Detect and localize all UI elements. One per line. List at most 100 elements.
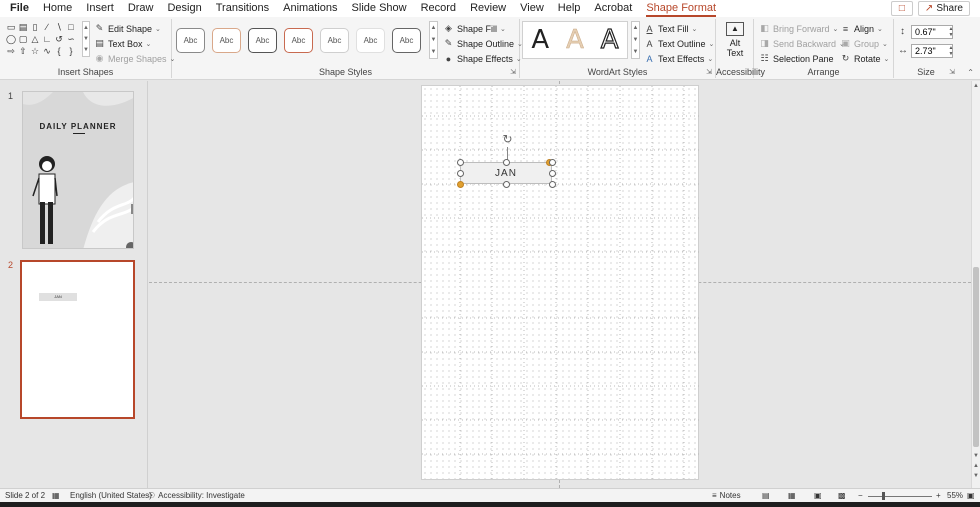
resize-handle-top[interactable]: [503, 159, 510, 166]
resize-handle-bottom[interactable]: [503, 181, 510, 188]
text-box-button[interactable]: ▤ Text Box ⌄: [94, 38, 151, 49]
shapes-gallery-scroll[interactable]: ▲ ▼ ▼: [82, 21, 90, 57]
shape-style-swatch-7[interactable]: Abc: [392, 27, 421, 53]
scroll-down-icon[interactable]: ▼: [973, 453, 979, 459]
merge-shapes-button[interactable]: ◉ Merge Shapes ⌄: [94, 53, 176, 64]
wordart-style-outline[interactable]: A: [600, 26, 619, 53]
textbox-shape-icon[interactable]: ▤: [17, 21, 29, 33]
tab-record[interactable]: Record: [414, 0, 463, 17]
comments-button[interactable]: □: [890, 1, 913, 16]
shape-style-swatch-2[interactable]: Abc: [212, 27, 241, 53]
previous-slide-icon[interactable]: ▲: [973, 463, 979, 469]
scrollbar-thumb[interactable]: [973, 267, 979, 447]
wordart-scroll[interactable]: ▲ ▼ ▼: [631, 21, 640, 59]
zoom-level[interactable]: 55%: [947, 491, 963, 500]
zoom-out-icon[interactable]: −: [858, 491, 863, 500]
tab-home[interactable]: Home: [36, 0, 79, 17]
edit-shape-button[interactable]: ✎ Edit Shape ⌄: [94, 23, 161, 34]
slide-canvas[interactable]: ↻ JAN: [421, 85, 700, 481]
zoom-slider[interactable]: [868, 496, 932, 497]
scroll-up-icon[interactable]: ▲: [973, 83, 979, 89]
tab-draw[interactable]: Draw: [121, 0, 161, 17]
arrow-shape-icon[interactable]: ⇨: [5, 45, 17, 57]
tab-transitions[interactable]: Transitions: [209, 0, 276, 17]
dialog-launcher-icon[interactable]: ⇲: [706, 68, 712, 76]
tab-animations[interactable]: Animations: [276, 0, 344, 17]
shapes-gallery[interactable]: ▭ ▤ ▯ ∕ ∖ □ ◯ ▢ △ ∟ ↺ ∽ ⇨ ⇧ ☆ ∿ { }: [5, 21, 81, 57]
shape-outline-button[interactable]: ✎ Shape Outline ⌄: [443, 38, 523, 49]
tab-slide-show[interactable]: Slide Show: [345, 0, 414, 17]
tab-view[interactable]: View: [513, 0, 551, 17]
fit-to-window-icon[interactable]: ▣: [967, 491, 975, 500]
shape-style-swatch-5[interactable]: Abc: [320, 27, 349, 53]
selection-pane-button[interactable]: ☷ Selection Pane: [759, 53, 833, 64]
square-shape-icon[interactable]: □: [65, 21, 77, 33]
shape-styles-scroll[interactable]: ▲ ▼ ▼: [429, 21, 438, 59]
freeform-shape-icon[interactable]: ∿: [41, 45, 53, 57]
dialog-launcher-icon[interactable]: ⇲: [949, 68, 955, 76]
spellcheck-icon[interactable]: ▦: [52, 491, 60, 500]
bring-forward-button[interactable]: ◧ Bring Forward ⌄: [759, 23, 838, 34]
brace-close-shape-icon[interactable]: }: [65, 45, 77, 57]
diagonal-line-icon[interactable]: ∖: [53, 21, 65, 33]
text-outline-button[interactable]: A Text Outline ⌄: [644, 38, 714, 49]
text-effects-button[interactable]: A Text Effects ⌄: [644, 53, 713, 64]
width-spinner[interactable]: ▲ ▼: [947, 44, 955, 58]
tab-shape-format[interactable]: Shape Format: [639, 0, 723, 17]
adjust-handle-bottom-left[interactable]: [457, 181, 464, 188]
wordart-style-black[interactable]: A: [531, 27, 549, 53]
text-fill-button[interactable]: A Text Fill ⌄: [644, 23, 697, 34]
slide-sorter-icon[interactable]: ▦: [788, 491, 796, 500]
brace-shape-icon[interactable]: {: [53, 45, 65, 57]
shape-style-swatch-4[interactable]: Abc: [284, 27, 313, 53]
resize-handle-left[interactable]: [457, 170, 464, 177]
triangle-shape-icon[interactable]: △: [29, 33, 41, 45]
curve-shape-icon[interactable]: ∽: [65, 33, 77, 45]
dialog-launcher-icon[interactable]: ⇲: [510, 68, 516, 76]
send-backward-button[interactable]: ◨ Send Backward ⌄: [759, 38, 845, 49]
slideshow-view-icon[interactable]: ▩: [838, 491, 846, 500]
slide-thumbnail-2[interactable]: JAN: [20, 260, 135, 419]
tab-insert[interactable]: Insert: [79, 0, 121, 17]
resize-handle-bottom-right[interactable]: [549, 181, 556, 188]
connector-icon[interactable]: ↺: [53, 33, 65, 45]
language-indicator[interactable]: English (United States): [70, 491, 152, 500]
shape-effects-button[interactable]: ● Shape Effects ⌄: [443, 53, 522, 64]
oval-shape-icon[interactable]: ◯: [5, 33, 17, 45]
notes-button[interactable]: ≡ Notes: [712, 491, 741, 500]
shape-style-swatch-1[interactable]: Abc: [176, 27, 205, 53]
shape-style-swatch-6[interactable]: Abc: [356, 27, 385, 53]
shape-fill-button[interactable]: ◈ Shape Fill ⌄: [443, 23, 506, 34]
next-slide-icon[interactable]: ▼: [973, 473, 979, 479]
alt-text-button[interactable]: ▲ Alt Text: [721, 22, 749, 58]
zoom-in-icon[interactable]: +: [936, 491, 941, 500]
rotate-button[interactable]: ↻ Rotate ⌄: [840, 53, 890, 64]
vertical-scrollbar[interactable]: ▲ ▼ ▲ ▼: [971, 81, 980, 488]
tab-review[interactable]: Review: [463, 0, 513, 17]
tab-file[interactable]: File: [0, 0, 36, 17]
elbow-connector-icon[interactable]: ∟: [41, 33, 53, 45]
align-button[interactable]: ≡ Align ⌄: [840, 23, 883, 34]
tab-design[interactable]: Design: [160, 0, 208, 17]
rectangle-shape-icon[interactable]: ▭: [5, 21, 17, 33]
height-spinner[interactable]: ▲ ▼: [947, 25, 955, 39]
arrow-up-shape-icon[interactable]: ⇧: [17, 45, 29, 57]
share-button[interactable]: ↗ Share: [917, 1, 970, 16]
resize-handle-top-right[interactable]: [549, 159, 556, 166]
rounded-rect-icon[interactable]: ▢: [17, 33, 29, 45]
group-button[interactable]: ▣ Group ⌄: [840, 38, 888, 49]
collapse-ribbon-icon[interactable]: ⌃: [967, 68, 974, 77]
star-shape-icon[interactable]: ☆: [29, 45, 41, 57]
wordart-style-gold[interactable]: A: [566, 27, 584, 54]
resize-handle-top-left[interactable]: [457, 159, 464, 166]
text-shape-icon[interactable]: ▯: [29, 21, 41, 33]
reading-view-icon[interactable]: ▣: [814, 491, 822, 500]
line-shape-icon[interactable]: ∕: [41, 21, 53, 33]
tab-help[interactable]: Help: [551, 0, 588, 17]
zoom-slider-thumb[interactable]: [882, 492, 885, 500]
rotate-handle-icon[interactable]: ↻: [501, 133, 514, 146]
normal-view-icon[interactable]: ▤: [762, 491, 770, 500]
resize-handle-right[interactable]: [549, 170, 556, 177]
accessibility-status[interactable]: ☉ Accessibility: Investigate: [148, 491, 245, 500]
tab-acrobat[interactable]: Acrobat: [587, 0, 639, 17]
